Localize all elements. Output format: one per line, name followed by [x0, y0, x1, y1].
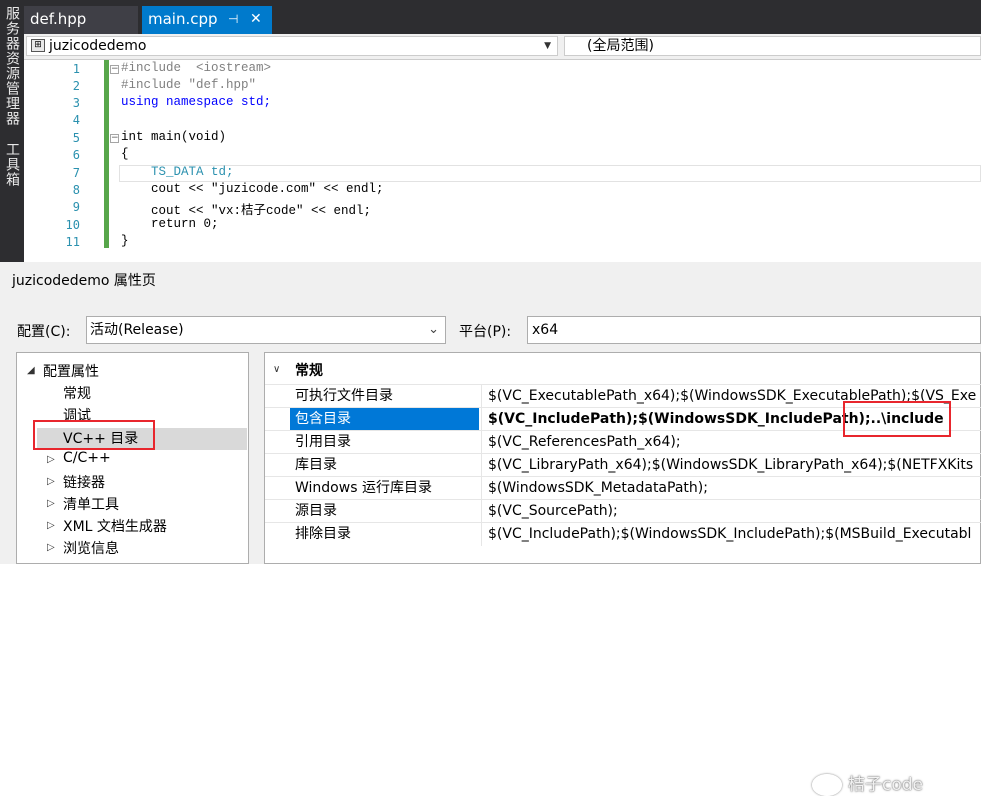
code-line: #include <iostream> — [121, 61, 272, 75]
watermark: 桔子code — [812, 770, 923, 796]
platform-value: x64 — [532, 322, 559, 338]
wechat-icon — [812, 774, 842, 796]
expanded-arrow-icon[interactable]: ◢ — [27, 365, 35, 376]
line-number: 6 — [72, 148, 80, 162]
property-value[interactable]: $(VC_IncludePath);$(WindowsSDK_IncludePa… — [481, 523, 981, 546]
property-name: 引用目录 — [295, 434, 351, 450]
platform-label: 平台(P): — [459, 324, 512, 340]
navigation-bar: ⊞ juzicodedemo ▼ (全局范围) — [24, 34, 981, 60]
grid-section-header: 常规 — [295, 363, 323, 379]
code-line: return 0; — [121, 217, 219, 231]
configuration-select[interactable]: 活动(Release) ⌄ — [86, 316, 446, 344]
property-pages-dialog: juzicodedemo 属性页 配置(C): 活动(Release) ⌄ 平台… — [0, 262, 981, 796]
line-number: 2 — [72, 79, 80, 93]
property-row[interactable]: 库目录 $(VC_LibraryPath_x64);$(WindowsSDK_L… — [265, 453, 981, 477]
current-line-highlight — [119, 165, 981, 182]
collapsed-arrow-icon[interactable]: ▷ — [47, 542, 55, 553]
line-number: 5 — [72, 131, 80, 145]
server-explorer-tab[interactable]: 服务器资源管理器 — [2, 6, 20, 126]
code-line: cout << "vx:桔子code" << endl; — [121, 204, 372, 218]
line-number: 11 — [65, 235, 80, 249]
property-row[interactable]: Windows 运行库目录 $(WindowsSDK_MetadataPath)… — [265, 476, 981, 500]
chevron-down-icon: ⌄ — [428, 322, 439, 337]
collapsed-arrow-icon[interactable]: ▷ — [47, 520, 55, 531]
code-line: { — [121, 147, 129, 161]
property-grid: ∨ 常规 可执行文件目录 $(VC_ExecutablePath_x64);$(… — [264, 352, 981, 564]
property-name: 排除目录 — [295, 526, 351, 542]
property-name: 可执行文件目录 — [295, 388, 393, 404]
project-icon: ⊞ — [31, 39, 45, 52]
line-number: 3 — [72, 96, 80, 110]
configuration-value: 活动(Release) — [90, 322, 184, 338]
project-scope-dropdown[interactable]: ⊞ juzicodedemo ▼ — [26, 36, 558, 56]
line-number: 1 — [72, 62, 80, 76]
line-number: 7 — [72, 166, 80, 180]
tree-item-browse-info[interactable]: 浏览信息 — [63, 538, 119, 558]
highlight-box — [33, 420, 155, 450]
global-scope-dropdown[interactable]: (全局范围) — [564, 36, 981, 56]
chevron-down-icon[interactable]: ∨ — [273, 364, 280, 375]
code-editor-window: 服务器资源管理器 工具箱 def.hpp main.cpp ⊣ ✕ ⊞ juzi… — [0, 0, 981, 262]
property-name: 源目录 — [295, 503, 337, 519]
close-icon[interactable]: ✕ — [250, 6, 262, 33]
tab-def-hpp[interactable]: def.hpp — [24, 6, 138, 34]
editor-tab-bar: def.hpp main.cpp ⊣ ✕ — [24, 0, 981, 34]
tree-item-general[interactable]: 常规 — [63, 383, 91, 403]
property-name: 包含目录 — [290, 408, 479, 431]
global-scope-label: (全局范围) — [587, 38, 654, 54]
property-tree: ◢ 配置属性 常规 调试 VC++ 目录 ▷ C/C++ ▷ 链接器 ▷ 清单工… — [16, 352, 249, 564]
code-line: TS_DATA td; — [121, 165, 234, 179]
tab-label: main.cpp — [148, 10, 218, 28]
configuration-label: 配置(C): — [17, 324, 71, 340]
code-line: cout << "juzicode.com" << endl; — [121, 182, 384, 196]
collapsed-arrow-icon[interactable]: ▷ — [47, 454, 55, 465]
tab-label: def.hpp — [30, 10, 87, 28]
tree-item-xml-doc-generator[interactable]: XML 文档生成器 — [63, 516, 167, 536]
line-number: 10 — [65, 218, 80, 232]
property-row[interactable]: 源目录 $(VC_SourcePath); — [265, 499, 981, 523]
tab-main-cpp[interactable]: main.cpp ⊣ ✕ — [142, 6, 272, 34]
dropdown-arrow-icon: ▼ — [544, 41, 551, 51]
collapsed-arrow-icon[interactable]: ▷ — [47, 498, 55, 509]
property-value[interactable]: $(WindowsSDK_MetadataPath); — [481, 477, 981, 500]
code-line: using namespace std; — [121, 95, 272, 109]
scope-label: juzicodedemo — [49, 38, 147, 54]
tree-item-manifest-tool[interactable]: 清单工具 — [63, 494, 119, 514]
side-tool-strip: 服务器资源管理器 工具箱 — [0, 0, 24, 262]
line-number: 8 — [72, 183, 80, 197]
property-row[interactable]: 排除目录 $(VC_IncludePath);$(WindowsSDK_Incl… — [265, 522, 981, 546]
code-line: } — [121, 234, 129, 248]
line-number: 9 — [72, 200, 80, 214]
platform-select[interactable]: x64 — [527, 316, 981, 344]
property-name: 库目录 — [295, 457, 337, 473]
property-value[interactable]: $(VC_LibraryPath_x64);$(WindowsSDK_Libra… — [481, 454, 981, 477]
collapse-icon[interactable]: − — [110, 65, 119, 74]
change-tracking-bar — [104, 60, 109, 248]
collapse-icon[interactable]: − — [110, 134, 119, 143]
tree-item-c-cpp[interactable]: C/C++ — [63, 450, 111, 466]
toolbox-tab[interactable]: 工具箱 — [2, 142, 20, 187]
collapsed-arrow-icon[interactable]: ▷ — [47, 476, 55, 487]
code-line: #include "def.hpp" — [121, 78, 257, 92]
highlight-box — [843, 401, 951, 437]
tree-item-linker[interactable]: 链接器 — [63, 472, 105, 492]
dialog-title: juzicodedemo 属性页 — [12, 273, 156, 289]
tree-item-config-properties[interactable]: 配置属性 — [43, 361, 99, 381]
line-number: 4 — [72, 113, 80, 127]
property-name: Windows 运行库目录 — [295, 480, 432, 496]
code-line: int main(void) — [121, 130, 227, 144]
property-value[interactable]: $(VC_SourcePath); — [481, 500, 981, 523]
line-number-gutter: 1 2 3 4 5 6 7 8 9 10 11 — [24, 60, 102, 262]
watermark-text: 桔子code — [848, 775, 923, 795]
pin-icon[interactable]: ⊣ — [228, 6, 238, 33]
code-area[interactable]: 1 2 3 4 5 6 7 8 9 10 11 − − #include <io… — [24, 60, 981, 262]
